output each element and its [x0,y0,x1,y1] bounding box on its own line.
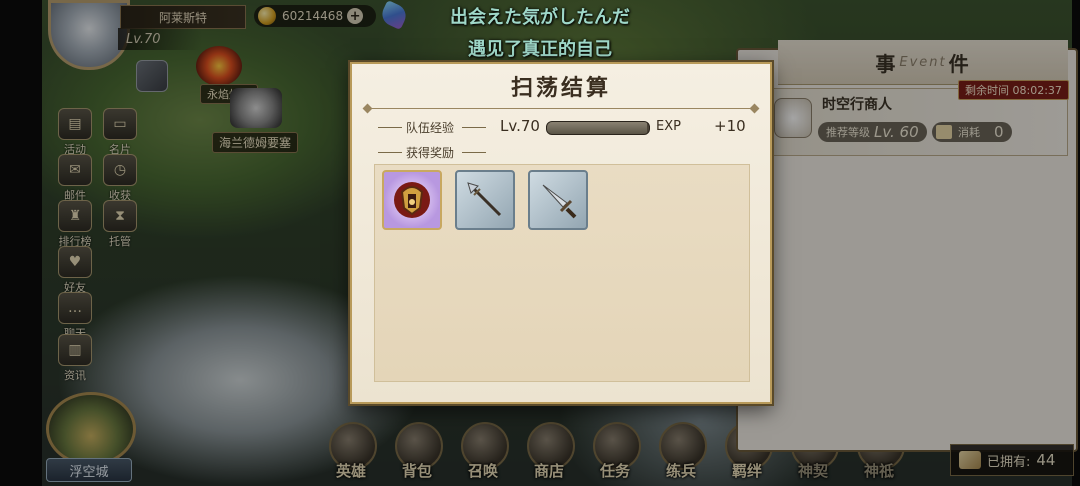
reward-item[interactable] [382,170,442,230]
title-divider [368,108,754,109]
subtitle-japanese: 出会えた気がしたんだ [450,7,630,28]
label-divider [462,152,486,153]
label-divider [378,152,402,153]
exp-progress-fill [547,122,647,134]
label-divider [462,127,486,128]
sword-icon [542,184,577,219]
exp-gain: +10 [714,117,746,135]
exp-progress-bar [546,121,650,135]
team-level: Lv.70 [500,117,540,135]
dialog-title: 扫荡结算 [510,76,611,101]
exp-label: EXP [656,119,681,134]
subtitle-chinese: 遇见了真正的自己 [468,39,612,60]
rewards-label: 获得奖励 [406,146,455,160]
reward-item[interactable] [528,170,588,230]
spear-icon [467,182,502,217]
helmet-emblem-icon [394,182,430,218]
label-divider [378,127,402,128]
reward-item[interactable] [455,170,515,230]
team-exp-label: 队伍经验 [406,121,455,135]
